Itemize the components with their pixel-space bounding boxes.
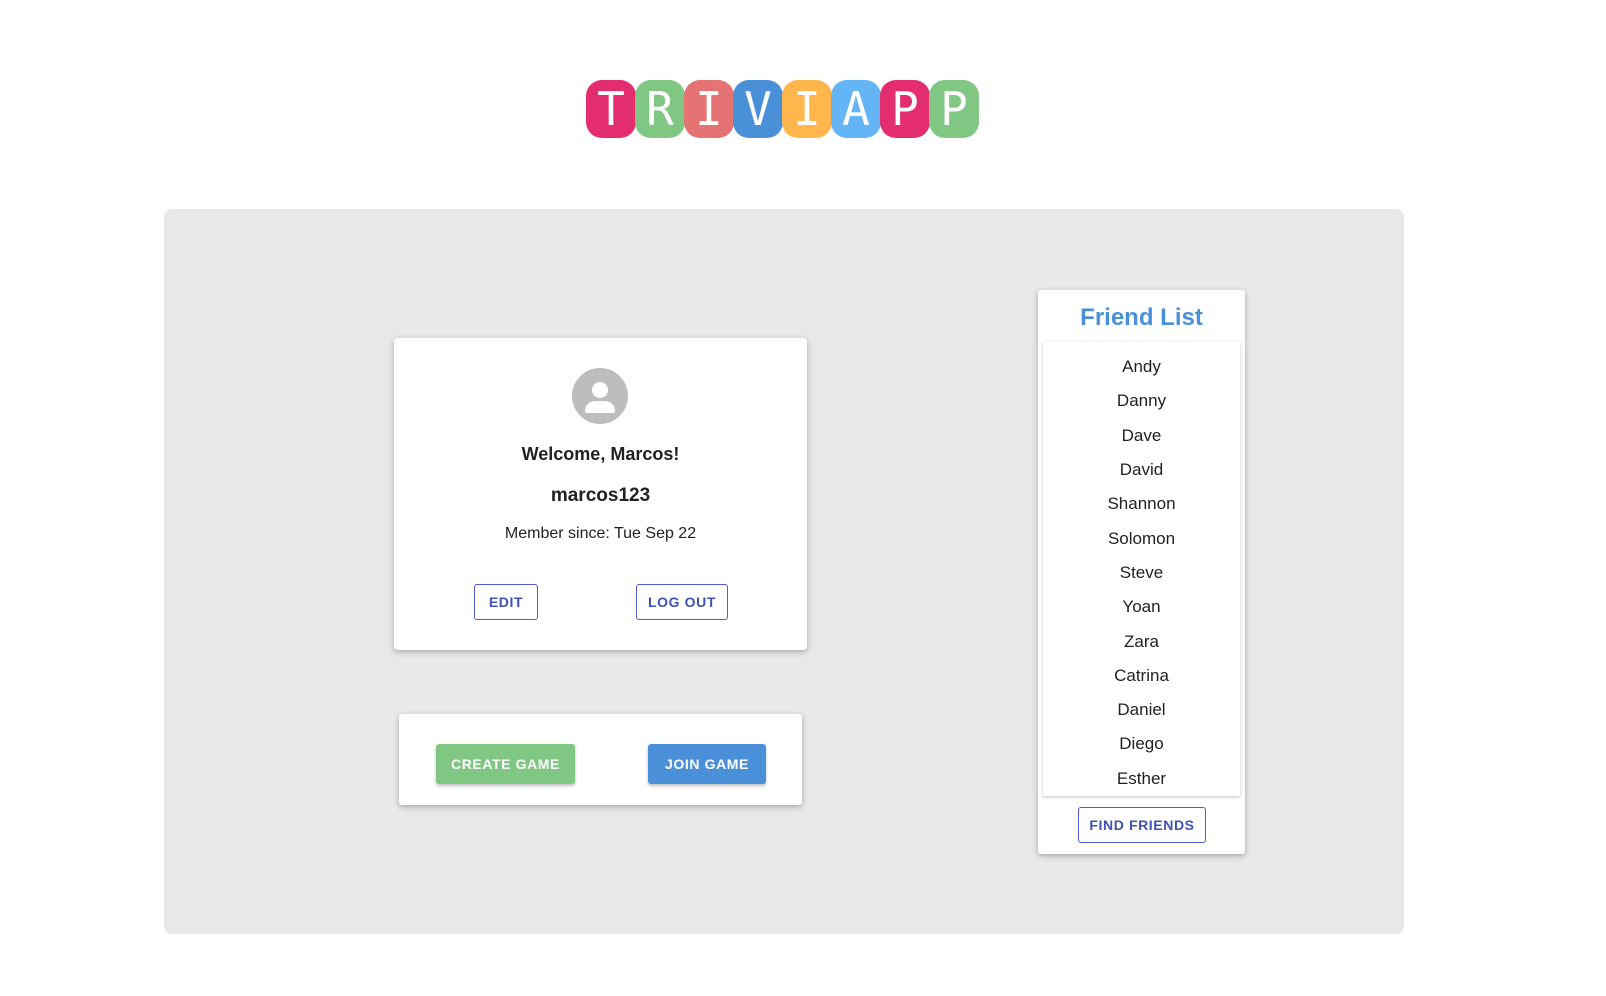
friend-list-item[interactable]: Solomon — [1043, 521, 1240, 555]
friend-list-item[interactable]: Esther — [1043, 762, 1240, 796]
friend-list-item[interactable]: Catrina — [1043, 659, 1240, 693]
logo-letter: R — [635, 80, 685, 138]
friend-list-item[interactable]: Shannon — [1043, 487, 1240, 521]
logo-letter: T — [586, 80, 636, 138]
friend-list-title: Friend List — [1080, 304, 1203, 331]
logo-letter: A — [831, 80, 881, 138]
friend-list-item[interactable]: Diego — [1043, 727, 1240, 761]
find-friends-button[interactable]: FIND FRIENDS — [1078, 807, 1206, 843]
friend-list-item[interactable]: Dave — [1043, 419, 1240, 453]
logo-letter: P — [880, 80, 930, 138]
avatar-body — [585, 401, 615, 413]
account-circle-icon — [572, 368, 628, 424]
app-logo: T R I V I A P P — [586, 80, 979, 138]
friend-list-item[interactable]: Steve — [1043, 556, 1240, 590]
edit-button[interactable]: EDIT — [474, 584, 538, 620]
friend-list-item[interactable]: David — [1043, 453, 1240, 487]
member-since: Member since: Tue Sep 22 — [394, 525, 807, 543]
friend-list-item[interactable]: Andy — [1043, 350, 1240, 384]
logo-letter: V — [733, 80, 783, 138]
avatar-head — [592, 382, 608, 398]
friend-list-item[interactable]: Zara — [1043, 624, 1240, 658]
friend-list-item[interactable]: Yoan — [1043, 590, 1240, 624]
logo-letter: P — [929, 80, 979, 138]
friend-list-item[interactable]: Danny — [1043, 384, 1240, 418]
join-game-button[interactable]: JOIN GAME — [648, 744, 766, 784]
logout-button[interactable]: LOG OUT — [636, 584, 728, 620]
member-since-date: Tue Sep 22 — [613, 525, 697, 542]
friend-list-card: Friend List Andy Danny Dave David Shannon Sol… — [1038, 290, 1245, 854]
profile-card: Welcome, Marcos! marcos123 Member since:… — [394, 338, 807, 650]
logo-letter: I — [782, 80, 832, 138]
username: marcos123 — [550, 485, 651, 506]
create-game-button[interactable]: CREATE GAME — [436, 744, 575, 784]
welcome-message: Welcome, Marcos! — [521, 444, 680, 464]
logo-letter: I — [684, 80, 734, 138]
game-actions-card: CREATE GAME JOIN GAME — [399, 714, 802, 805]
member-since-label: Member since: — [504, 525, 610, 542]
friend-list[interactable]: Andy Danny Dave David Shannon Solomon Steve Yoa… — [1043, 342, 1240, 796]
friend-list-item[interactable]: Daniel — [1043, 693, 1240, 727]
